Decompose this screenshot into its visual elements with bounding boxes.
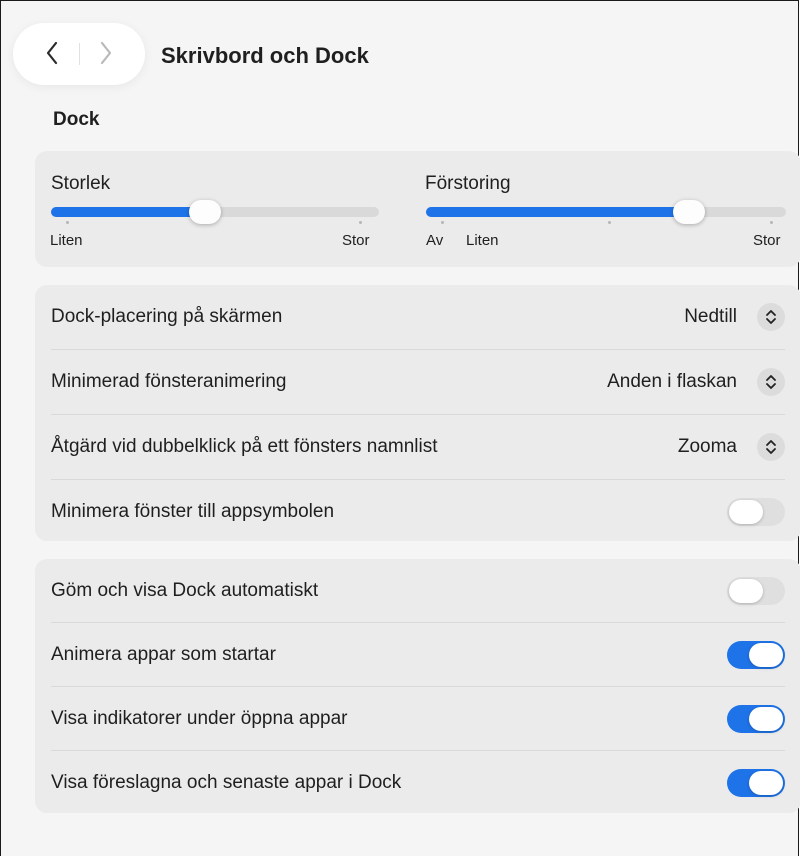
toggle-knob [749,771,783,795]
magnification-tick-max [770,221,773,224]
chevron-left-icon [46,41,58,65]
minimize-to-app-icon-label: Minimera fönster till appsymbolen [51,501,335,522]
autohide-dock-label: Göm och visa Dock automatiskt [51,580,319,601]
show-suggested-apps-row: Visa föreslagna och senaste appar i Dock [51,751,785,815]
toggle-knob [729,500,763,524]
size-magnification-card: Storlek Liten Stor Förstoring Av Liten S… [35,151,800,267]
magnification-slider[interactable] [426,200,786,224]
settings-window: Skrivbord och Dock Dock Storlek Liten St… [0,0,800,856]
double-click-action-row: Åtgärd vid dubbelklick på ett fönsters n… [51,415,785,479]
minimize-animation-stepper[interactable] [757,368,785,396]
show-indicators-row: Visa indikatorer under öppna appar [51,687,785,751]
autohide-dock-toggle[interactable] [727,577,785,605]
dock-options-card: Dock-placering på skärmen Nedtill Minime… [35,285,800,541]
minimize-animation-label: Minimerad fönsteranimering [51,371,287,392]
magnification-tick-mid [608,221,611,224]
navigation-controls [13,23,145,85]
magnification-max-label: Stor [753,232,781,249]
toggle-knob [749,707,783,731]
dock-position-value[interactable]: Nedtill [684,306,737,328]
size-slider-thumb[interactable] [189,200,221,224]
dock-position-stepper[interactable] [757,303,785,331]
size-slider-fill [51,207,205,217]
dock-behavior-card: Göm och visa Dock automatiskt Animera ap… [35,559,800,813]
double-click-action-stepper[interactable] [757,433,785,461]
page-title: Skrivbord och Dock [161,43,369,68]
up-down-chevron-icon [766,375,776,389]
section-title-dock: Dock [53,109,100,130]
magnification-slider-fill [426,207,689,217]
forward-button[interactable] [91,37,121,69]
double-click-action-value[interactable]: Zooma [678,436,737,458]
show-indicators-label: Visa indikatorer under öppna appar [51,708,348,729]
magnification-slider-thumb[interactable] [673,200,705,224]
dock-position-row: Dock-placering på skärmen Nedtill [51,285,785,349]
minimize-to-app-icon-row: Minimera fönster till appsymbolen [51,480,785,544]
animate-opening-apps-toggle[interactable] [727,641,785,669]
magnification-min-label: Liten [466,232,499,249]
size-label: Storlek [51,173,111,194]
back-button[interactable] [37,37,67,69]
up-down-chevron-icon [766,310,776,324]
minimize-to-app-icon-toggle[interactable] [727,498,785,526]
show-suggested-apps-toggle[interactable] [727,769,785,797]
animate-opening-apps-row: Animera appar som startar [51,623,785,687]
size-tick-min [66,221,69,224]
minimize-animation-row: Minimerad fönsteranimering Anden i flask… [51,350,785,414]
double-click-action-label: Åtgärd vid dubbelklick på ett fönsters n… [51,436,438,457]
magnification-tick-off [441,221,444,224]
show-suggested-apps-label: Visa föreslagna och senaste appar i Dock [51,772,402,793]
size-tick-max [359,221,362,224]
autohide-dock-row: Göm och visa Dock automatiskt [51,559,785,623]
magnification-off-label: Av [426,232,444,249]
up-down-chevron-icon [766,440,776,454]
animate-opening-apps-label: Animera appar som startar [51,644,276,665]
toggle-knob [729,579,763,603]
size-min-label: Liten [50,232,83,249]
minimize-animation-value[interactable]: Anden i flaskan [607,371,737,393]
show-indicators-toggle[interactable] [727,705,785,733]
toggle-knob [749,643,783,667]
chevron-right-icon [100,41,112,65]
nav-divider [79,43,80,65]
magnification-label: Förstoring [425,173,511,194]
size-slider[interactable] [51,200,379,224]
size-max-label: Stor [342,232,370,249]
dock-position-label: Dock-placering på skärmen [51,306,283,327]
